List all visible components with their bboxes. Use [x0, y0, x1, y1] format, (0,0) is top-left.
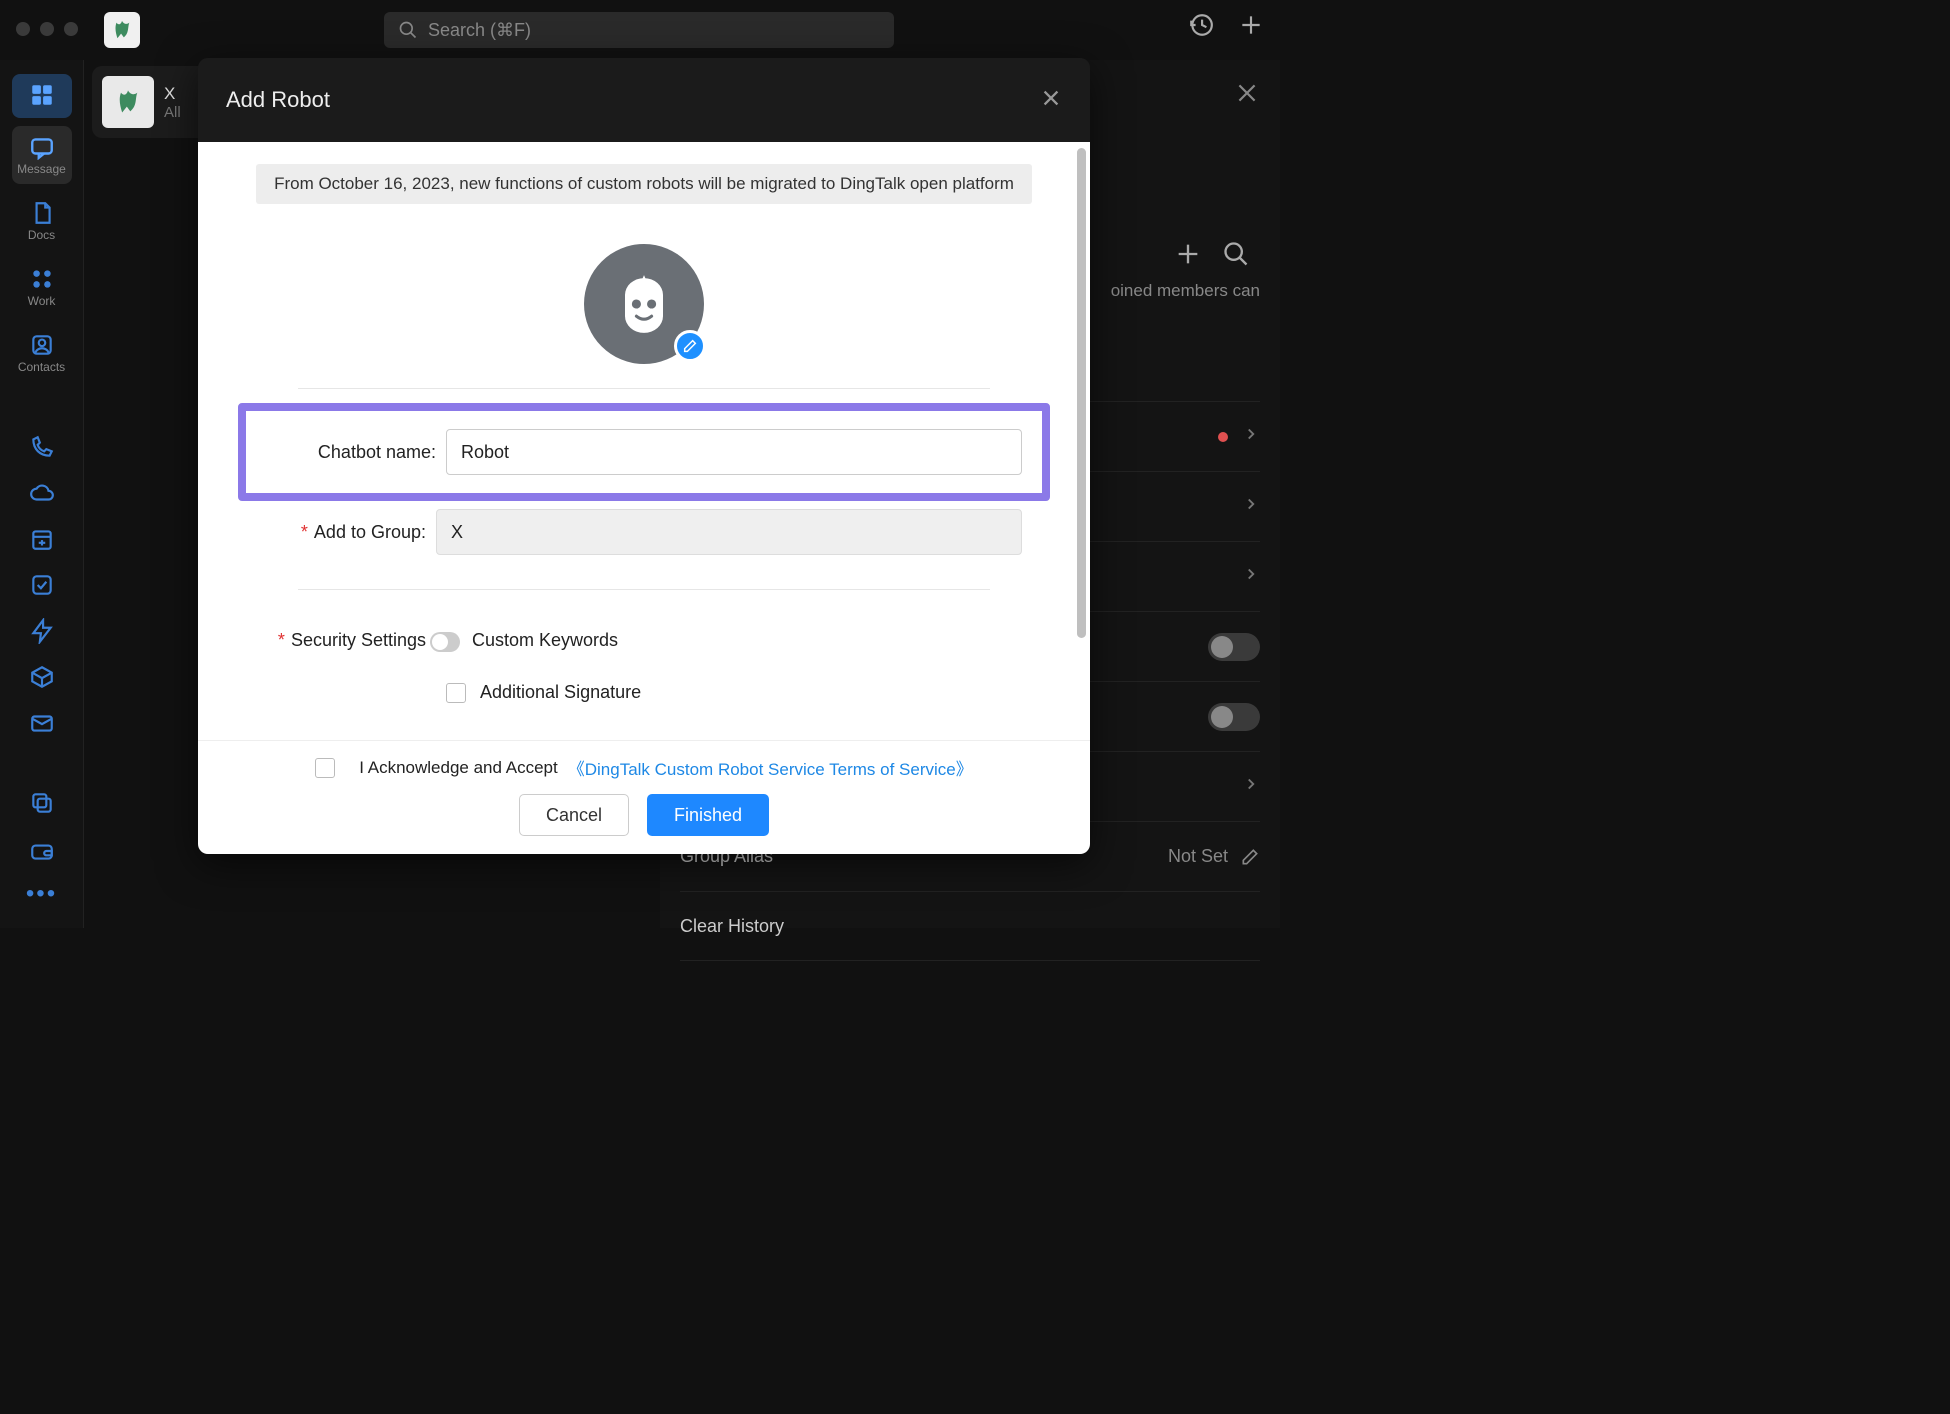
sidebar-item-tasks[interactable] — [12, 566, 72, 604]
history-icon[interactable] — [1188, 12, 1214, 43]
sidebar-item-apps[interactable] — [12, 74, 72, 118]
security-label: *Security Settings — [248, 630, 428, 651]
add-robot-modal: Add Robot From October 16, 2023, new fun… — [198, 58, 1090, 854]
sidebar-item-message[interactable]: Message — [12, 126, 72, 184]
sidebar-item-mail[interactable] — [12, 704, 72, 742]
sidebar-item-label: Docs — [28, 228, 55, 242]
chatbot-name-label: Chatbot name: — [266, 442, 446, 463]
divider — [298, 388, 990, 389]
finished-button[interactable]: Finished — [647, 794, 769, 836]
dot-indicator — [1218, 432, 1228, 442]
sidebar-item-copy[interactable] — [12, 784, 72, 822]
scrollbar[interactable] — [1077, 148, 1086, 638]
custom-keywords-label: Custom Keywords — [472, 630, 618, 651]
sidebar-item-docs[interactable]: Docs — [12, 192, 72, 250]
sidebar-item-label: Work — [28, 294, 56, 308]
clear-history-label: Clear History — [680, 916, 784, 937]
chatbot-name-input[interactable] — [446, 429, 1022, 475]
sidebar-item-work[interactable]: Work — [12, 258, 72, 316]
tos-link[interactable]: 《DingTalk Custom Robot Service Terms of … — [568, 755, 973, 780]
sidebar-item-flash[interactable] — [12, 612, 72, 650]
modal-footer: I Acknowledge and Accept 《DingTalk Custo… — [198, 740, 1090, 854]
sidebar-item-label: Message — [17, 162, 66, 176]
search-icon[interactable] — [1222, 240, 1250, 273]
sidebar-item-call[interactable] — [12, 428, 72, 466]
plus-icon[interactable] — [1238, 12, 1264, 43]
search-icon — [398, 20, 418, 40]
toggle-switch[interactable] — [1208, 703, 1260, 731]
add-group-input[interactable] — [436, 509, 1022, 555]
close-icon[interactable] — [1234, 80, 1260, 111]
modal-body: From October 16, 2023, new functions of … — [198, 142, 1090, 740]
divider — [298, 589, 990, 590]
sidebar-item-cloud[interactable] — [12, 474, 72, 512]
window-close-dot[interactable] — [16, 22, 30, 36]
left-sidebar: Message Docs Work Contacts ••• — [0, 60, 84, 928]
sidebar-item-more[interactable]: ••• — [26, 880, 57, 908]
ack-text: I Acknowledge and Accept — [359, 758, 557, 778]
window-traffic-lights — [16, 22, 78, 36]
ack-checkbox[interactable] — [315, 758, 335, 778]
modal-header: Add Robot — [198, 58, 1090, 142]
robot-avatar — [584, 244, 704, 364]
search-placeholder: Search (⌘F) — [428, 20, 531, 41]
window-max-dot[interactable] — [64, 22, 78, 36]
panel-row-clear-history[interactable]: Clear History — [680, 891, 1260, 961]
modal-title: Add Robot — [226, 87, 330, 113]
migration-notice: From October 16, 2023, new functions of … — [256, 164, 1032, 204]
search-input[interactable]: Search (⌘F) — [384, 12, 894, 48]
group-alias-value: Not Set — [1168, 846, 1228, 867]
app-icon — [104, 12, 140, 48]
window-min-dot[interactable] — [40, 22, 54, 36]
cancel-button[interactable]: Cancel — [519, 794, 629, 836]
additional-signature-label: Additional Signature — [480, 682, 641, 703]
sidebar-item-calendar[interactable] — [12, 520, 72, 558]
chatbot-name-highlight: Chatbot name: — [238, 403, 1050, 501]
modal-close-button[interactable] — [1040, 87, 1062, 114]
additional-signature-checkbox[interactable] — [446, 683, 466, 703]
toggle-switch[interactable] — [1208, 633, 1260, 661]
sidebar-item-wallet[interactable] — [12, 832, 72, 870]
sidebar-item-label: Contacts — [18, 360, 65, 374]
add-group-label: *Add to Group: — [256, 522, 436, 543]
plus-icon[interactable] — [1174, 240, 1202, 273]
chat-subtitle: All — [164, 104, 181, 121]
sidebar-item-box[interactable] — [12, 658, 72, 696]
edit-icon[interactable] — [1240, 847, 1260, 867]
chat-avatar — [102, 76, 154, 128]
chat-title: X — [164, 84, 181, 104]
edit-avatar-button[interactable] — [674, 330, 706, 362]
custom-keywords-toggle[interactable] — [430, 632, 460, 652]
sidebar-item-contacts[interactable]: Contacts — [12, 324, 72, 382]
